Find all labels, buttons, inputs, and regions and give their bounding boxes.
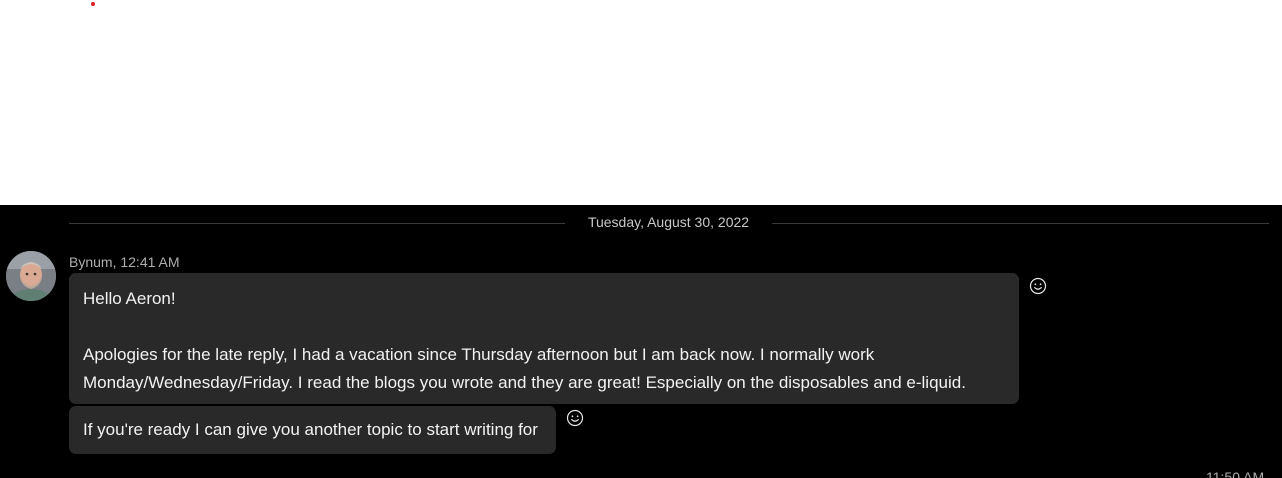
notification-dot <box>91 2 95 6</box>
smiley-icon <box>566 409 584 427</box>
message-line: Hello Aeron! <box>83 289 176 308</box>
message-bubble[interactable]: If you're ready I can give you another t… <box>69 406 556 454</box>
avatar-photo <box>6 251 56 301</box>
date-divider-label: Tuesday, August 30, 2022 <box>587 214 750 230</box>
next-message-timestamp: 11:50 AM <box>1206 469 1265 478</box>
smiley-icon <box>1029 277 1047 295</box>
message-line <box>83 313 1005 341</box>
date-divider-line-right <box>772 223 1269 224</box>
message-line: Apologies for the late reply, I had a va… <box>83 345 875 364</box>
message-bubble[interactable]: Hello Aeron! Apologies for the late repl… <box>69 273 1019 404</box>
blank-top-area <box>0 0 1282 205</box>
add-reaction-smiley-icon[interactable] <box>1028 276 1048 296</box>
sender-avatar[interactable] <box>6 251 56 301</box>
message-line: Monday/Wednesday/Friday. I read the blog… <box>83 373 966 392</box>
message-sender-meta: Bynum, 12:41 AM <box>69 254 180 270</box>
add-reaction-smiley-icon[interactable] <box>565 408 585 428</box>
chat-message-pane[interactable]: Tuesday, August 30, 2022 Bynum, 12:41 AM… <box>0 205 1282 478</box>
date-divider: Tuesday, August 30, 2022 <box>69 213 1269 233</box>
date-divider-line-left <box>69 223 565 224</box>
